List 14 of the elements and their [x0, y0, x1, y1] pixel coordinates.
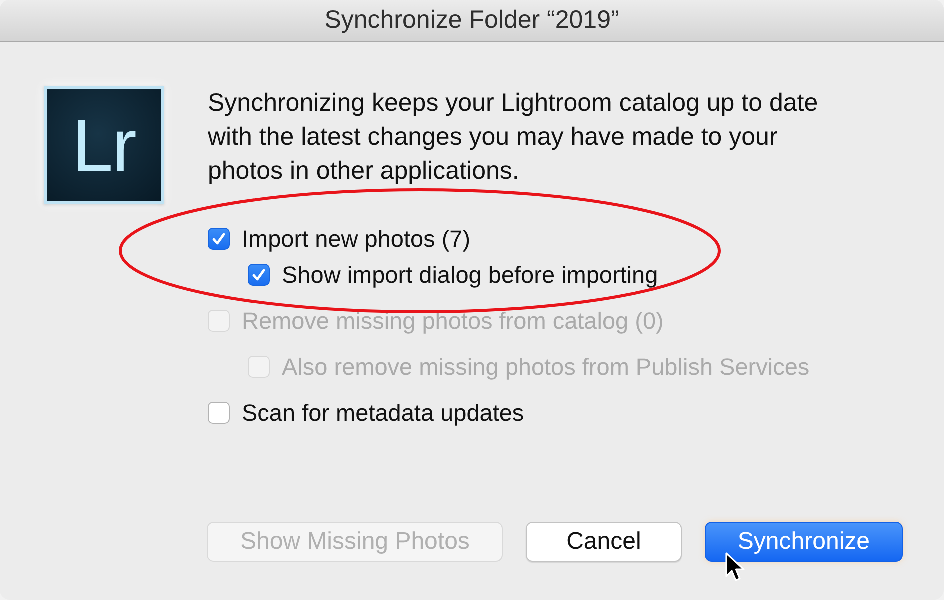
checkbox-label[interactable]: Import new photos (7) [242, 226, 471, 252]
checkbox-label[interactable]: Show import dialog before importing [282, 262, 658, 288]
check-icon [212, 232, 226, 246]
mouse-pointer-icon [725, 552, 746, 583]
checkbox[interactable] [208, 228, 230, 250]
window-title: Synchronize Folder “2019” [324, 6, 620, 35]
app-logo: Lr [44, 86, 164, 204]
checkbox-label[interactable]: Scan for metadata updates [242, 400, 524, 426]
checkbox[interactable] [208, 402, 230, 424]
dialog-button[interactable]: Cancel [526, 522, 682, 562]
default-button[interactable]: Synchronize [704, 522, 903, 562]
checkbox[interactable] [248, 264, 270, 286]
check-icon [252, 268, 266, 282]
message-text: Synchronizing keeps your Lightroom catalog up to date with the latest changes you may have made to your photos in other applications. [208, 88, 820, 187]
